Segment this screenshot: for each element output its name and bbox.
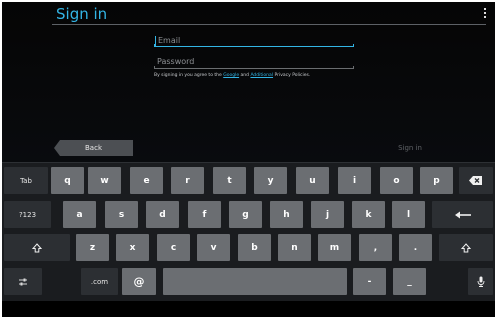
- key-w[interactable]: w: [88, 167, 121, 194]
- space-bar[interactable]: [163, 268, 347, 295]
- numbers-key[interactable]: ?123: [4, 201, 51, 228]
- key-k[interactable]: k: [352, 201, 385, 228]
- key-z[interactable]: z: [76, 234, 109, 261]
- key-n[interactable]: n: [278, 234, 311, 261]
- hyphen-key[interactable]: -: [353, 268, 386, 295]
- key-j[interactable]: j: [311, 201, 344, 228]
- dotcom-key[interactable]: .com: [81, 268, 118, 295]
- overflow-menu-icon[interactable]: [483, 8, 487, 20]
- terms-suffix: Privacy Policies.: [274, 73, 311, 78]
- enter-key[interactable]: [432, 201, 493, 228]
- shift-icon: [461, 242, 471, 252]
- enter-arrow-icon: [454, 211, 471, 218]
- email-underline: [154, 44, 354, 47]
- page-title: Sign in: [56, 5, 108, 23]
- settings-key[interactable]: [4, 268, 42, 295]
- key-comma[interactable]: ,: [359, 234, 392, 261]
- key-l[interactable]: l: [392, 201, 425, 228]
- shift-key-right[interactable]: [439, 234, 493, 261]
- microphone-key[interactable]: [468, 268, 493, 295]
- key-p[interactable]: p: [420, 167, 453, 194]
- key-f[interactable]: f: [188, 201, 221, 228]
- key-a[interactable]: a: [63, 201, 96, 228]
- system-nav-bar: [2, 301, 495, 317]
- terms-text: By signing in you agree to the Google an…: [154, 73, 310, 78]
- additional-terms-link[interactable]: Additional: [250, 73, 273, 78]
- back-button[interactable]: Back: [54, 140, 133, 156]
- key-b[interactable]: b: [238, 234, 271, 261]
- key-m[interactable]: m: [318, 234, 351, 261]
- google-terms-link[interactable]: Google: [223, 73, 239, 78]
- key-i[interactable]: i: [338, 167, 371, 194]
- password-underline: [154, 66, 354, 69]
- key-period[interactable]: .: [399, 234, 432, 261]
- tab-key[interactable]: Tab: [4, 167, 48, 194]
- backspace-icon: [469, 176, 482, 185]
- backspace-key[interactable]: [459, 167, 493, 194]
- password-field[interactable]: Password: [154, 55, 354, 69]
- key-u[interactable]: u: [296, 167, 329, 194]
- key-d[interactable]: d: [146, 201, 179, 228]
- key-y[interactable]: y: [254, 167, 287, 194]
- terms-prefix: By signing in you agree to the: [154, 73, 222, 78]
- shift-icon: [32, 242, 42, 252]
- underscore-key[interactable]: _: [393, 268, 426, 295]
- sign-in-button[interactable]: Sign in: [384, 140, 436, 156]
- key-e[interactable]: e: [130, 167, 163, 194]
- key-v[interactable]: v: [197, 234, 230, 261]
- settings-sliders-icon: [19, 278, 27, 285]
- key-o[interactable]: o: [380, 167, 413, 194]
- shift-key-left[interactable]: [4, 234, 70, 261]
- soft-keyboard: Tab q w e r t y u i o p ?123 a s d f g h…: [2, 162, 495, 302]
- microphone-icon: [477, 276, 484, 287]
- key-r[interactable]: r: [171, 167, 204, 194]
- key-c[interactable]: c: [157, 234, 190, 261]
- key-h[interactable]: h: [270, 201, 303, 228]
- at-key[interactable]: @: [122, 268, 156, 295]
- terms-and: and: [240, 73, 249, 78]
- title-divider: [52, 24, 486, 25]
- screenshot-frame: Sign in Email Password By signing in you…: [0, 0, 497, 319]
- key-t[interactable]: t: [213, 167, 246, 194]
- key-x[interactable]: x: [116, 234, 149, 261]
- key-g[interactable]: g: [229, 201, 262, 228]
- key-s[interactable]: s: [105, 201, 138, 228]
- key-q[interactable]: q: [51, 167, 84, 194]
